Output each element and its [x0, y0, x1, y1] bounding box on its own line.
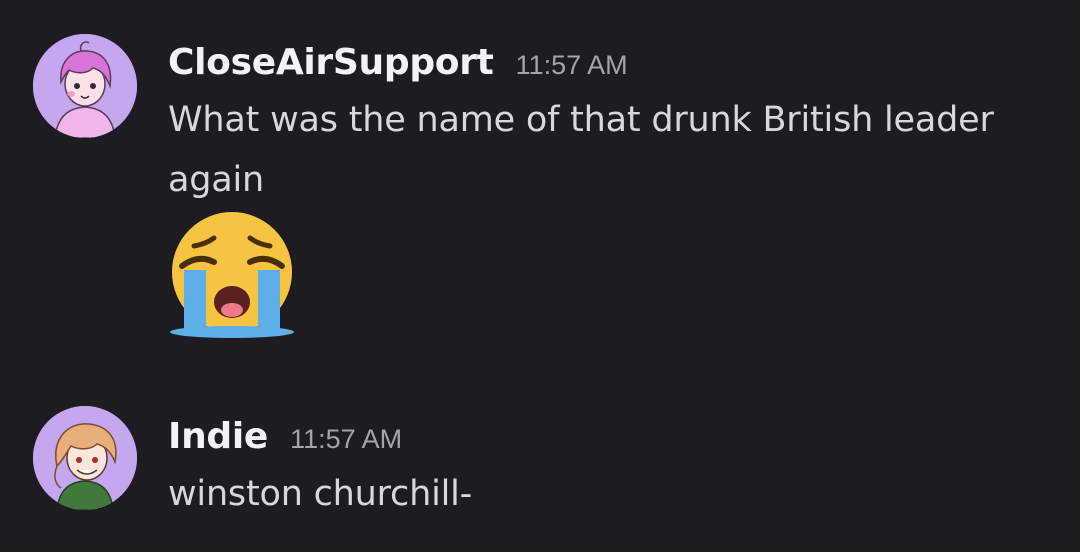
username[interactable]: Indie	[168, 416, 268, 457]
username[interactable]: CloseAirSupport	[168, 42, 494, 83]
message-text: What was the name of that drunk British …	[168, 100, 994, 200]
chat-log: CloseAirSupport 11:57 AM What was the na…	[0, 0, 1080, 552]
message-indie: Indie 11:57 AM winston churchill-	[0, 380, 1080, 552]
avatar-illustration-blonde-hair	[33, 406, 137, 510]
message-closeairsupport: CloseAirSupport 11:57 AM What was the na…	[0, 0, 1080, 380]
message-timestamp[interactable]: 11:57 AM	[290, 424, 402, 455]
avatar-closeairsupport[interactable]	[33, 34, 137, 138]
message-timestamp[interactable]: 11:57 AM	[516, 50, 628, 81]
avatar-illustration-pink-hair	[33, 34, 137, 138]
avatar-indie[interactable]	[33, 406, 137, 510]
loudly-crying-face-icon[interactable]	[166, 210, 298, 342]
message-text: winston churchill-	[168, 474, 473, 514]
